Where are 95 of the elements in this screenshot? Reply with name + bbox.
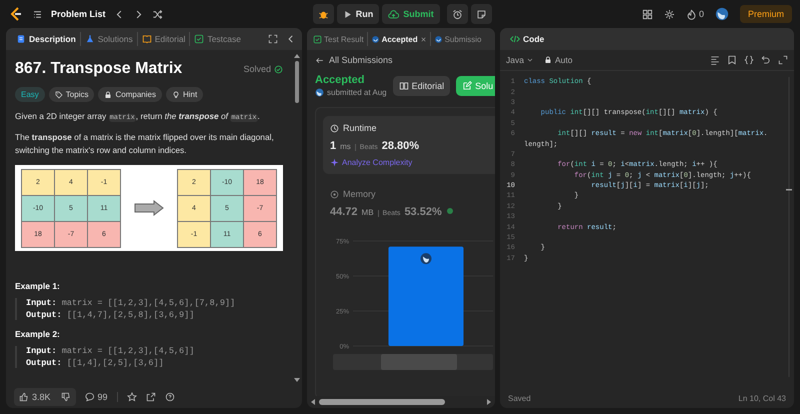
help-icon[interactable] [164,392,175,402]
tab[interactable]: Test Result [310,32,368,46]
run-button[interactable]: Run [336,4,380,24]
tag-chip[interactable]: Topics [48,87,94,102]
tab[interactable]: Accepted [368,32,431,46]
avatar-icon [420,253,432,264]
verdict-label: Accepted [315,74,366,86]
flask-icon [84,34,95,44]
alarm-clock-icon [452,8,463,20]
mode-label: Auto [554,55,572,65]
cloud-upload-icon [388,8,400,20]
format-icon[interactable] [710,55,720,65]
note-icon [476,8,487,20]
submission-time: submitted at Aug [327,88,387,97]
language-dropdown[interactable]: Java [506,55,534,65]
solved-label: Solved [243,64,271,74]
code-icon [510,34,520,44]
comments-button[interactable]: 99 [84,392,108,402]
thumbs-down-icon [60,392,71,402]
close-icon[interactable] [420,36,427,42]
tag-chip[interactable]: Hint [166,87,204,102]
metric-unit: ms [340,142,351,151]
back-link[interactable]: All Submissions [307,50,495,70]
fullscreen-icon[interactable] [268,34,278,44]
streak-counter[interactable]: 0 [686,8,704,20]
cursor-position: Ln 10, Col 43 [738,394,786,402]
metric-title: Runtime [343,123,377,133]
flame-icon [686,8,697,20]
book-icon [398,80,409,90]
example-output-text: Output: [[1,4],[2,5],[3,6]] [26,358,165,368]
avatar-icon [315,88,324,97]
layout-icon[interactable] [642,8,653,20]
sparkle-icon [330,158,339,167]
debug-button[interactable] [312,4,334,24]
undo-icon[interactable] [761,55,771,65]
tab[interactable]: Submissio [430,32,484,46]
metric-value: 1 [330,140,336,152]
scrollbar[interactable] [786,77,792,377]
metric-title: Memory [343,189,376,199]
example-heading: Example 1: [15,281,61,291]
beats-value: 28.80% [382,140,420,152]
tab[interactable]: Editorial [138,32,190,46]
memory-icon [330,190,339,198]
check-circle-icon [274,64,283,74]
tab[interactable]: Testcase [190,32,245,46]
editorial-button[interactable]: Editorial [392,76,450,96]
arrow-icon [134,200,164,216]
comment-icon [84,392,95,402]
example-heading: Example 2: [15,329,61,339]
notes-button[interactable] [470,4,492,24]
thumbs-up-icon [19,392,29,402]
premium-button[interactable]: Premium [740,5,792,23]
settings-icon[interactable] [664,8,675,20]
scrollbar[interactable] [311,398,491,406]
star-icon[interactable] [126,392,137,402]
beats-value: 53.52% [404,206,442,218]
example-input-text: Input: matrix = [[1,2,3],[4,5,6]] [26,346,196,356]
braces-icon[interactable] [744,55,754,65]
difficulty-badge[interactable]: Easy [15,87,45,102]
shuffle-icon[interactable] [152,8,163,20]
book-icon [142,34,152,44]
avatar-icon[interactable] [714,7,729,21]
arrow-left-icon [315,56,324,64]
logo-icon[interactable] [8,6,24,22]
problem-list-button[interactable]: Problem List [32,8,106,20]
tag-icon [54,90,63,98]
clock-icon [330,124,339,132]
description-text: The transpose of a matrix is the matrix flipped over its main diagonal, switching the matrix's row and column indices. [15,131,275,157]
document-icon [16,34,26,44]
bookmark-icon[interactable] [727,55,737,65]
play-icon [342,10,352,18]
submit-button[interactable]: Submit [382,4,440,24]
caret-icon [526,56,534,64]
tag-chip[interactable]: Companies [98,87,162,102]
tab[interactable]: Description [12,32,81,46]
edit-icon [462,80,472,90]
lightbulb-icon [172,90,180,98]
scrollbar[interactable] [294,54,300,382]
save-status: Saved [508,394,531,402]
expand-icon[interactable] [778,55,788,65]
badge-icon [446,207,454,215]
list-icon [32,8,43,20]
checkbox-icon [313,34,322,44]
tab[interactable]: Solutions [80,32,138,46]
checkbox-icon [194,34,204,44]
metric-value: 44.72 [330,206,358,218]
example-input-text: Input: matrix = [[1,2,3],[4,5,6],[7,8,9]] [26,298,236,308]
panel-title: Code [523,34,544,44]
lock-icon [104,90,112,98]
lock-icon [544,56,552,64]
timer-button[interactable] [446,4,468,24]
share-icon[interactable] [146,392,156,402]
metric-unit: MB [362,208,374,217]
problem-title: 867. Transpose Matrix [15,60,182,78]
example-output-text: Output: [[1,4,7],[2,5,8],[3,6,9]] [26,310,196,320]
